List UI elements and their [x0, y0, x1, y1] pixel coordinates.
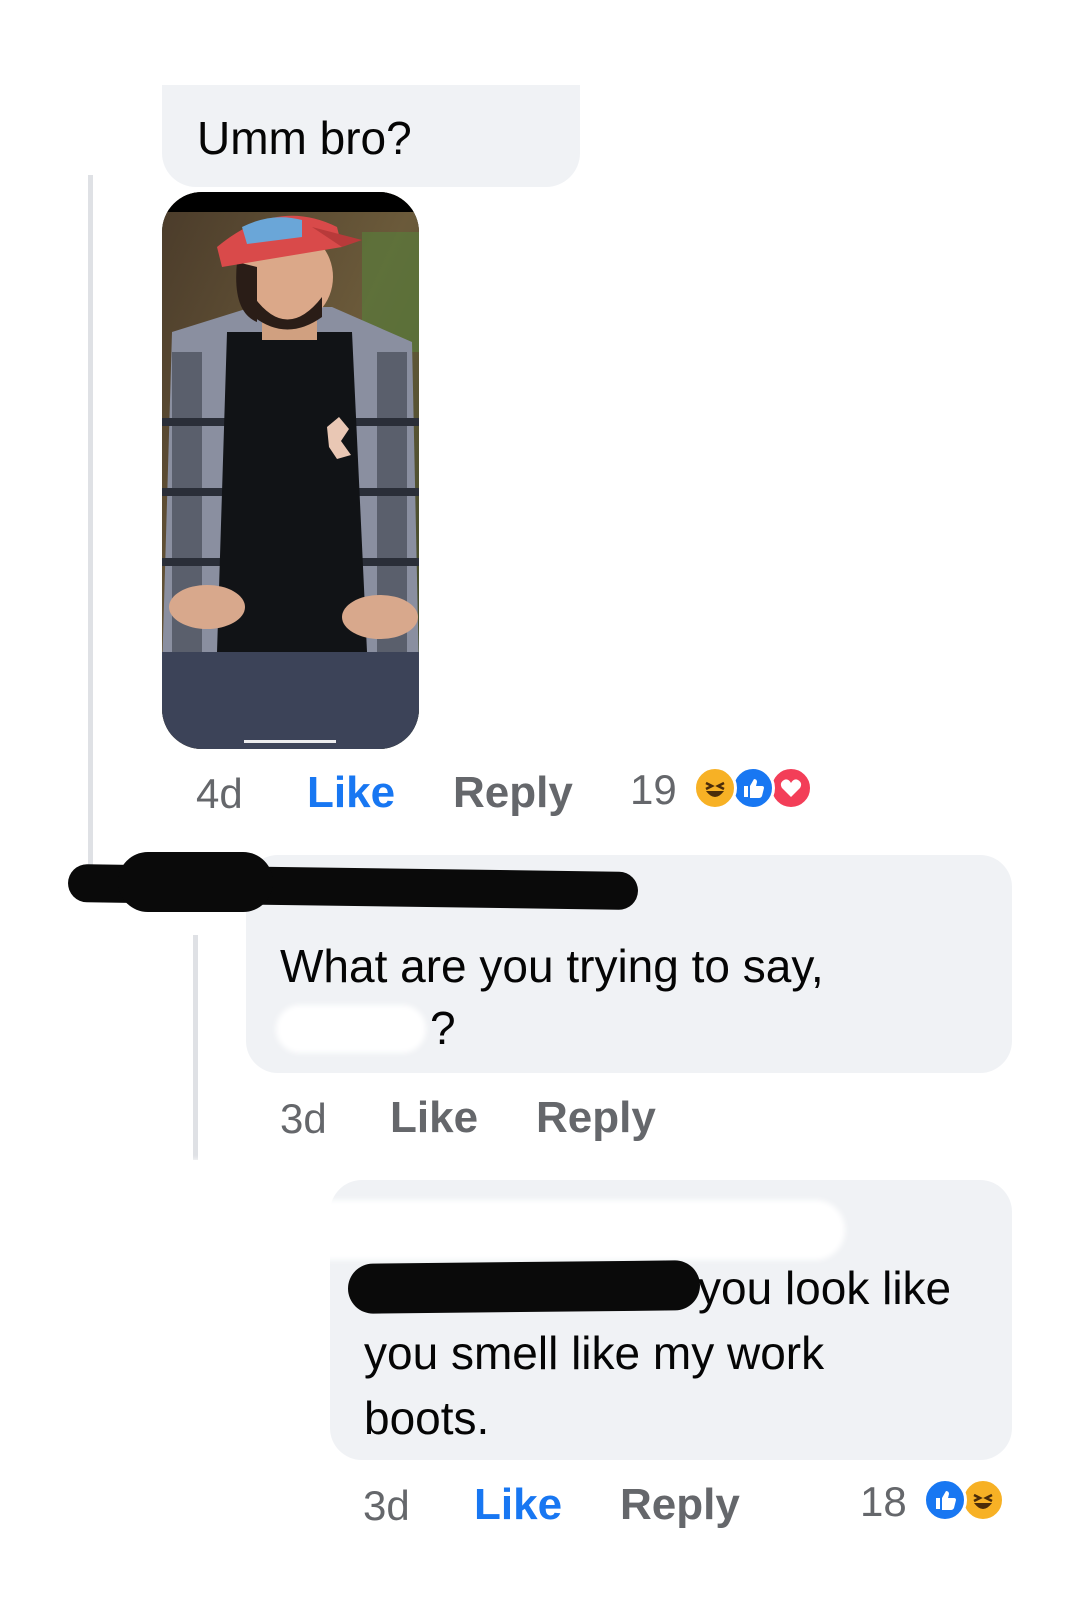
reaction-count[interactable]: 19 [630, 766, 677, 814]
redacted-name-top [0, 30, 630, 90]
haha-icon [961, 1478, 1005, 1522]
comment-bubble: Umm bro? [162, 85, 580, 187]
comment-text: boots. [364, 1392, 490, 1444]
reply-button[interactable]: Reply [453, 768, 573, 818]
redacted-mention [347, 1260, 701, 1314]
reaction-icons[interactable] [923, 1478, 1018, 1526]
redacted-author [118, 852, 273, 912]
comment-text: What are you trying to say, [280, 940, 824, 992]
haha-icon [693, 766, 737, 810]
redacted-mention [276, 1005, 426, 1053]
comment-time: 4d [196, 770, 243, 817]
thread-line-nested [193, 935, 198, 1160]
photo-image [162, 192, 419, 749]
comment-photo[interactable] [162, 192, 419, 749]
love-icon [769, 766, 813, 810]
like-button[interactable]: Like [307, 768, 395, 818]
comment-bubble: you look like you smell like my work boo… [205, 1180, 1012, 1460]
comment-text: Umm bro? [197, 112, 412, 164]
redacted-name-3 [205, 1200, 845, 1260]
thread-line [88, 175, 93, 875]
like-icon [923, 1478, 967, 1522]
comment-text-end: ? [430, 1002, 456, 1054]
reply-button[interactable]: Reply [536, 1093, 656, 1143]
reaction-count[interactable]: 18 [860, 1478, 907, 1526]
like-icon [731, 766, 775, 810]
like-button[interactable]: Like [474, 1480, 562, 1530]
reply-button[interactable]: Reply [620, 1480, 740, 1530]
comment-time: 3d [280, 1095, 327, 1142]
like-button[interactable]: Like [390, 1093, 478, 1143]
reaction-icons[interactable] [693, 766, 833, 814]
comment-time: 3d [363, 1482, 410, 1529]
comment-text: you look like [698, 1262, 952, 1314]
comment-text: you smell like my work [364, 1327, 825, 1379]
